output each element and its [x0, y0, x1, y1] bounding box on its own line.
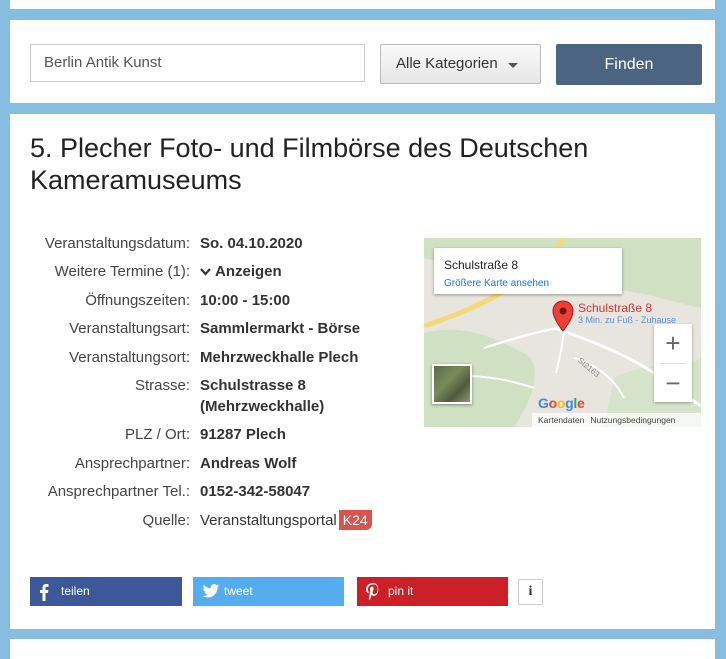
- info-value: 0152-342-58047: [200, 483, 311, 500]
- share-facebook-button[interactable]: teilen: [30, 577, 182, 606]
- info-label: Veranstaltungsort:: [69, 349, 190, 366]
- info-label: Ansprechpartner:: [74, 455, 190, 472]
- search-input[interactable]: Berlin Antik Kunst: [30, 44, 365, 82]
- info-value: Schulstrasse 8 (Mehrzweckhalle): [200, 377, 325, 415]
- info-label: Ansprechpartner Tel.:: [47, 483, 190, 500]
- bottom-panel-strip: [10, 639, 715, 659]
- info-value: 10:00 - 15:00: [200, 292, 291, 309]
- caret-down-icon: [508, 63, 518, 68]
- map-embed[interactable]: Schulstraße 8 Größere Karte ansehen Schu…: [424, 238, 701, 427]
- google-logo: Google: [538, 395, 585, 411]
- info-label: Öffnungszeiten:: [85, 292, 190, 309]
- map-pin-icon[interactable]: [552, 300, 574, 332]
- info-label: Veranstaltungsart:: [69, 320, 190, 337]
- info-value: So. 04.10.2020: [200, 235, 303, 252]
- chevron-down-icon: [200, 261, 211, 282]
- map-footer: Kartendaten Nutzungsbedingungen: [532, 413, 701, 427]
- source-name: Veranstaltungsportal: [200, 512, 337, 529]
- info-label: Strasse:: [134, 377, 190, 394]
- larger-map-link[interactable]: Größere Karte ansehen: [444, 278, 549, 289]
- info-label: PLZ / Ort:: [124, 426, 190, 443]
- map-terms-link[interactable]: Nutzungsbedingungen: [590, 415, 675, 425]
- map-card-title: Schulstraße 8: [444, 258, 519, 272]
- map-place-label: Schulstraße 8: [578, 301, 653, 315]
- show-more-dates-link[interactable]: Anzeigen: [200, 261, 400, 282]
- share-twitter-label: tweet: [224, 584, 253, 598]
- source-badge: K24: [338, 510, 372, 530]
- info-label: Veranstaltungsdatum:: [44, 235, 190, 252]
- info-label: Weitere Termine (1):: [54, 263, 190, 280]
- share-pinterest-button[interactable]: pin it: [357, 577, 508, 606]
- pinterest-icon: [366, 577, 380, 606]
- show-more-dates-label: Anzeigen: [215, 263, 282, 280]
- info-label: Quelle:: [142, 512, 190, 529]
- category-select-label: Alle Kategorien: [396, 55, 498, 72]
- share-pinterest-label: pin it: [388, 584, 414, 598]
- info-value: Mehrzweckhalle Plech: [200, 349, 359, 366]
- source-value: Veranstaltungsportal K24: [200, 510, 400, 531]
- category-select[interactable]: Alle Kategorien: [380, 44, 541, 84]
- share-info-button[interactable]: i: [518, 579, 543, 605]
- twitter-icon: [202, 577, 220, 606]
- zoom-in-button[interactable]: +: [654, 324, 692, 362]
- map-info-card: Schulstraße 8 Größere Karte ansehen: [434, 248, 622, 294]
- event-title: 5. Plecher Foto- und Filmbörse des Deuts…: [30, 133, 589, 195]
- info-value: Sammlermarkt - Börse: [200, 320, 361, 337]
- find-button[interactable]: Finden: [556, 44, 702, 85]
- map-zoom-controls: + −: [654, 324, 692, 402]
- share-facebook-label: teilen: [61, 584, 90, 598]
- map-data-link[interactable]: Kartendaten: [538, 415, 584, 425]
- share-twitter-button[interactable]: tweet: [193, 577, 344, 606]
- event-detail-panel: 5. Plecher Foto- und Filmbörse des Deuts…: [10, 114, 715, 629]
- info-value: 91287 Plech: [200, 426, 286, 443]
- facebook-icon: [39, 577, 49, 606]
- top-panel-strip: [10, 0, 715, 9]
- satellite-toggle[interactable]: [432, 364, 472, 404]
- zoom-out-button[interactable]: −: [654, 364, 692, 402]
- info-value: Andreas Wolf: [200, 455, 297, 472]
- search-panel: Berlin Antik Kunst Alle Kategorien Finde…: [10, 20, 715, 103]
